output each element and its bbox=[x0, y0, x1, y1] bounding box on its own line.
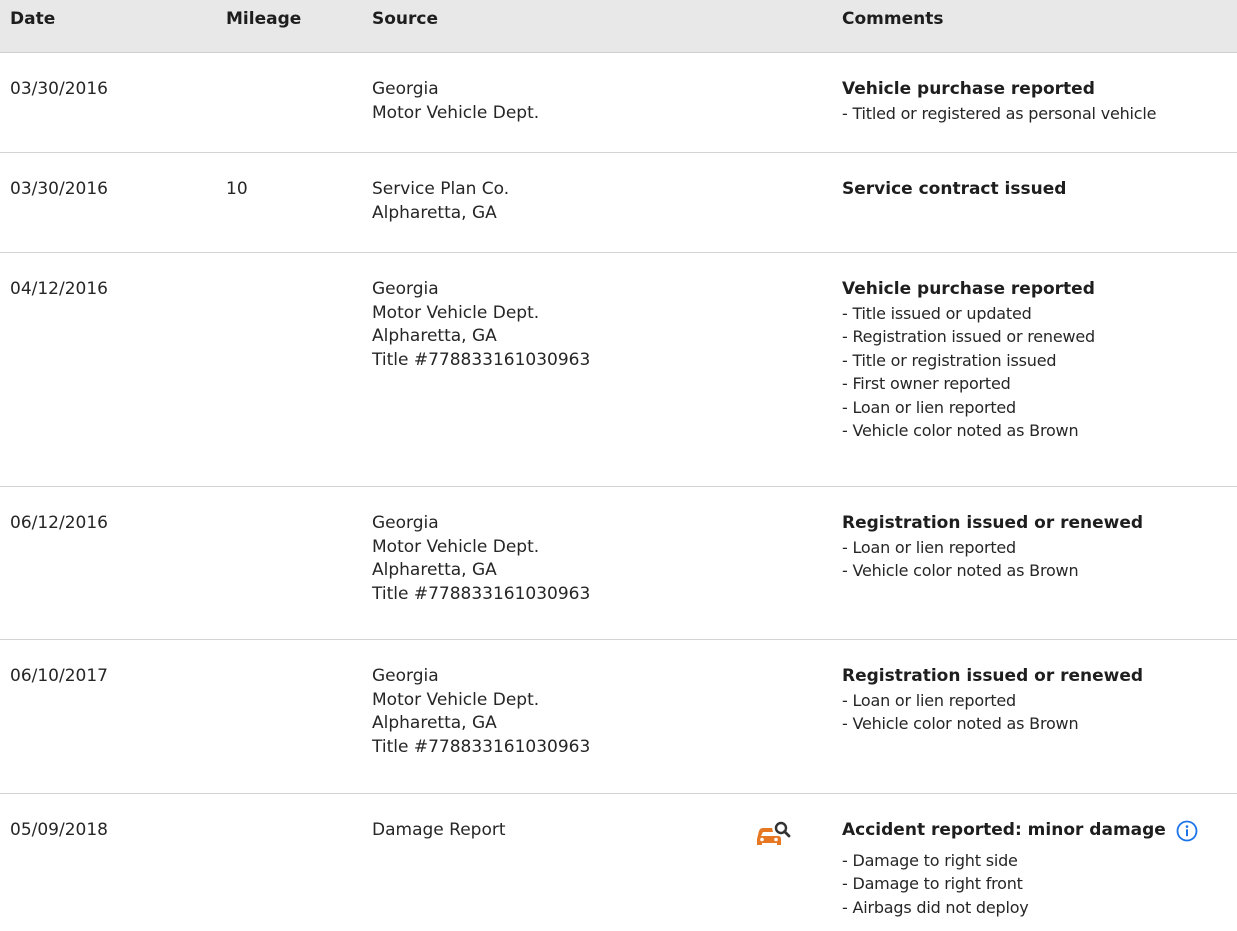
source-line: Service Plan Co. bbox=[372, 179, 510, 199]
comment-item: - Registration issued or renewed bbox=[842, 327, 1095, 346]
source-line: Alpharetta, GA bbox=[372, 202, 497, 223]
header-comments: Comments bbox=[842, 9, 944, 29]
row-date: 05/09/2018 bbox=[10, 820, 108, 840]
table-row: 06/12/2016 Georgia Motor Vehicle Dept. A… bbox=[0, 487, 1237, 640]
source-line: Motor Vehicle Dept. bbox=[372, 689, 540, 710]
header-date: Date bbox=[10, 9, 56, 29]
info-icon[interactable] bbox=[1176, 820, 1198, 842]
row-mileage: 10 bbox=[226, 179, 248, 199]
table-header: Date Mileage Source Comments bbox=[0, 0, 1237, 53]
source-line: Georgia bbox=[372, 666, 439, 686]
comment-item: - First owner reported bbox=[842, 374, 1011, 393]
comment-title: Vehicle purchase reported bbox=[842, 279, 1095, 299]
comment-item: - Title issued or updated bbox=[842, 303, 1032, 323]
comment-item: - Titled or registered as personal vehic… bbox=[842, 103, 1157, 123]
source-line: Title #778833161030963 bbox=[372, 583, 591, 604]
comment-title: Accident reported: minor damage bbox=[842, 820, 1166, 840]
row-comments: Registration issued or renewed - Loan or… bbox=[842, 512, 1143, 583]
comment-item: - Airbags did not deploy bbox=[842, 897, 1029, 917]
table-row: 05/09/2018 Damage Report Accident report… bbox=[0, 794, 1237, 931]
row-comments: Vehicle purchase reported - Title issued… bbox=[842, 278, 1095, 443]
row-date: 03/30/2016 bbox=[10, 179, 108, 199]
comment-item: - Loan or lien reported bbox=[842, 690, 1016, 710]
comment-item: - Damage to right side bbox=[842, 850, 1018, 870]
row-source: Georgia Motor Vehicle Dept. Alpharetta, … bbox=[372, 278, 590, 372]
comment-item: - Damage to right front bbox=[842, 874, 1023, 893]
comment-item: - Vehicle color noted as Brown bbox=[842, 561, 1079, 580]
row-date: 04/12/2016 bbox=[10, 279, 108, 299]
comment-title: Vehicle purchase reported bbox=[842, 79, 1095, 99]
source-line: Alpharetta, GA bbox=[372, 560, 497, 580]
source-line: Motor Vehicle Dept. bbox=[372, 302, 540, 323]
source-line: Motor Vehicle Dept. bbox=[372, 536, 540, 557]
row-source: Georgia Motor Vehicle Dept. Alpharetta, … bbox=[372, 665, 590, 759]
row-source: Service Plan Co. Alpharetta, GA bbox=[372, 178, 509, 225]
comment-item: - Loan or lien reported bbox=[842, 397, 1016, 417]
source-line: Title #778833161030963 bbox=[372, 349, 591, 370]
comment-title: Registration issued or renewed bbox=[842, 666, 1144, 686]
table-row: 04/12/2016 Georgia Motor Vehicle Dept. A… bbox=[0, 253, 1237, 487]
source-line: Damage Report bbox=[372, 820, 506, 840]
comment-item: - Loan or lien reported bbox=[842, 537, 1016, 557]
header-source: Source bbox=[372, 9, 439, 29]
row-source: Georgia Motor Vehicle Dept. bbox=[372, 78, 539, 125]
comment-title: Service contract issued bbox=[842, 179, 1067, 199]
source-line: Alpharetta, GA bbox=[372, 326, 497, 346]
header-mileage: Mileage bbox=[226, 9, 302, 29]
comment-title: Registration issued or renewed bbox=[842, 513, 1144, 533]
source-line: Title #778833161030963 bbox=[372, 736, 591, 757]
source-line: Motor Vehicle Dept. bbox=[372, 102, 540, 123]
comment-title-wrap: Accident reported: minor damage bbox=[842, 819, 1198, 843]
row-comments: Accident reported: minor damage - Damage… bbox=[842, 819, 1198, 919]
table-row: 03/30/2016 Georgia Motor Vehicle Dept. V… bbox=[0, 53, 1237, 153]
comment-item: - Vehicle color noted as Brown bbox=[842, 714, 1079, 733]
table-row: 06/10/2017 Georgia Motor Vehicle Dept. A… bbox=[0, 640, 1237, 794]
source-line: Alpharetta, GA bbox=[372, 713, 497, 733]
comment-item: - Vehicle color noted as Brown bbox=[842, 421, 1079, 440]
row-source: Damage Report bbox=[372, 819, 506, 843]
row-date: 06/12/2016 bbox=[10, 513, 108, 533]
row-source: Georgia Motor Vehicle Dept. Alpharetta, … bbox=[372, 512, 590, 606]
row-comments: Vehicle purchase reported - Titled or re… bbox=[842, 78, 1156, 125]
car-damage-search-icon bbox=[754, 820, 792, 848]
row-date: 03/30/2016 bbox=[10, 79, 108, 99]
table-row: 03/30/2016 10 Service Plan Co. Alpharett… bbox=[0, 153, 1237, 253]
row-date: 06/10/2017 bbox=[10, 666, 108, 686]
row-comments: Service contract issued bbox=[842, 178, 1066, 202]
source-line: Georgia bbox=[372, 279, 439, 299]
comment-item: - Title or registration issued bbox=[842, 350, 1057, 370]
source-line: Georgia bbox=[372, 79, 439, 99]
source-line: Georgia bbox=[372, 513, 439, 533]
row-comments: Registration issued or renewed - Loan or… bbox=[842, 665, 1143, 736]
